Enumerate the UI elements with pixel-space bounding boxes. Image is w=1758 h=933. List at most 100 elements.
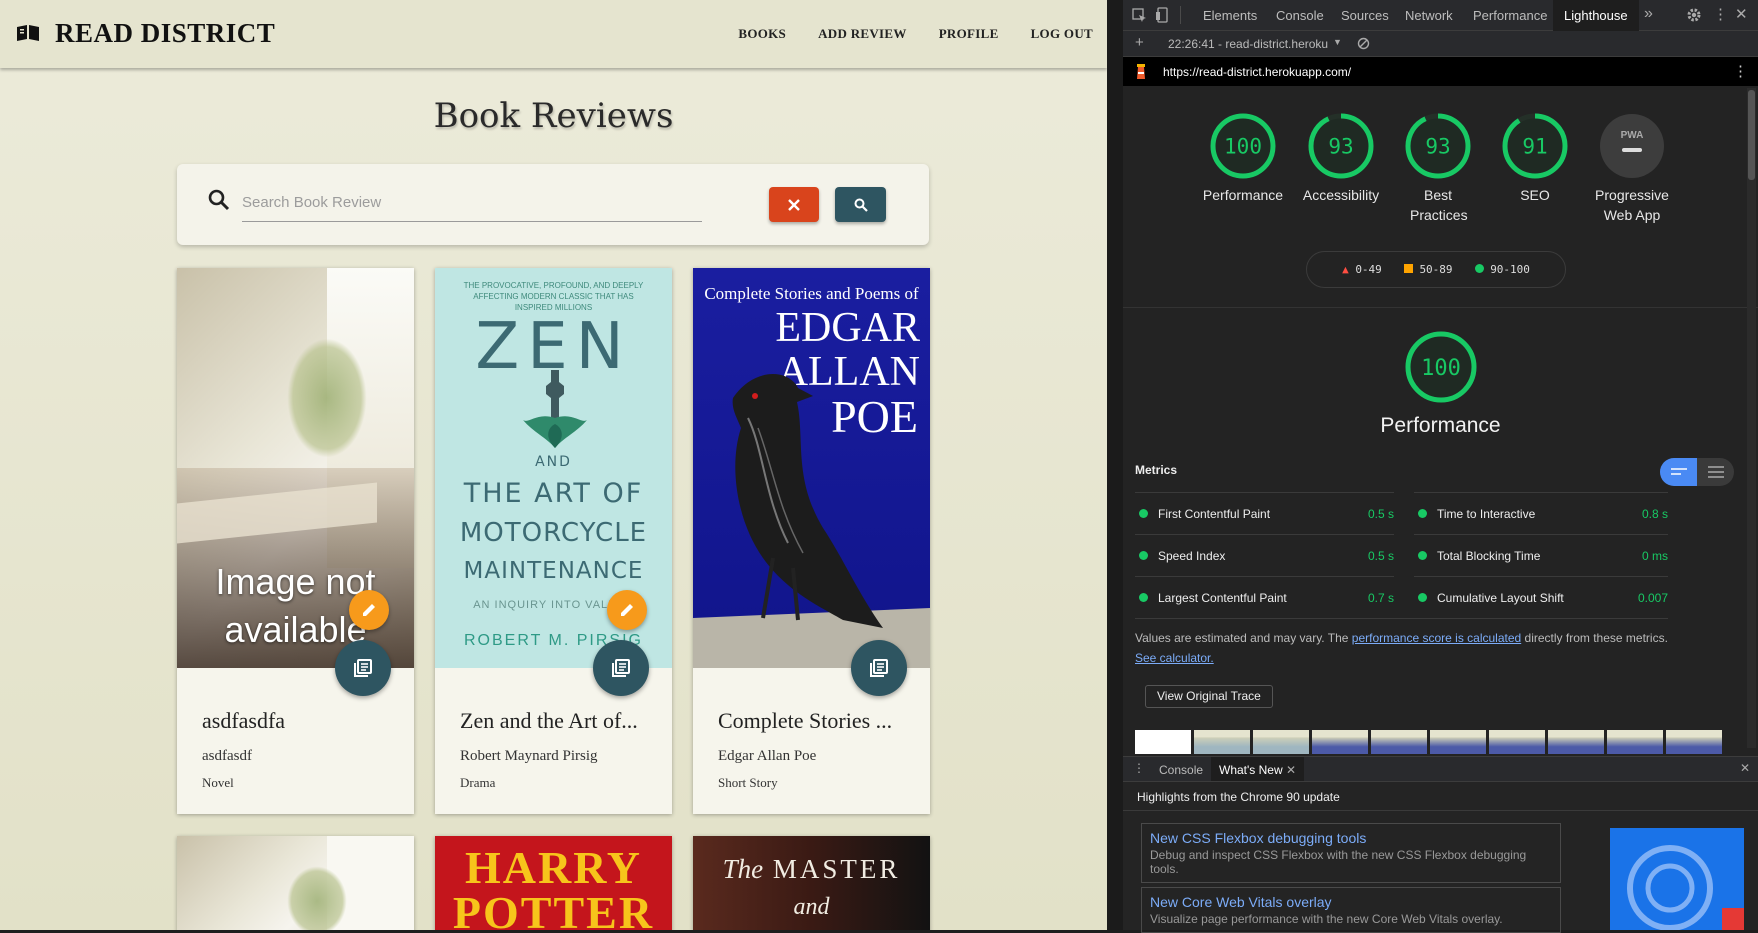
book-author: Edgar Allan Poe — [718, 748, 817, 764]
tab-lighthouse[interactable]: Lighthouse — [1553, 0, 1639, 31]
nav-profile[interactable]: PROFILE — [939, 26, 999, 42]
main-performance-gauge: 100 — [1373, 330, 1509, 409]
kebab-menu-icon[interactable]: ⋮ — [1733, 62, 1748, 80]
report-url-bar: https://read-district.herokuapp.com/ ⋮ — [1123, 57, 1758, 86]
book-cover-image[interactable]: The MASTER and — [693, 836, 930, 930]
tab-performance[interactable]: Performance — [1473, 8, 1547, 23]
report-selector[interactable]: 22:26:41 - read-district.heroku — [1168, 37, 1328, 51]
book-cover-placeholder[interactable] — [177, 836, 414, 930]
metrics-view-toggle[interactable] — [1660, 458, 1734, 486]
cover-word-and: AND — [535, 454, 572, 470]
edit-review-button[interactable] — [607, 590, 647, 630]
pwa-badge-text: PWA — [1621, 130, 1644, 141]
metric-row: Speed Index 0.5 s — [1135, 534, 1394, 576]
news-title[interactable]: New CSS Flexbox debugging tools — [1150, 830, 1552, 846]
search-button[interactable] — [835, 187, 886, 222]
brand-name[interactable]: READ DISTRICT — [55, 18, 275, 49]
nav-logout[interactable]: LOG OUT — [1031, 26, 1093, 42]
whats-new-heading: Highlights from the Chrome 90 update — [1137, 790, 1340, 804]
gauge-ring: 93 — [1308, 113, 1374, 179]
close-icon[interactable]: ✕ — [1286, 763, 1296, 777]
gauge-pwa[interactable]: PWA Progressive Web App — [1564, 112, 1700, 225]
book-cover-image[interactable]: Complete Stories and Poems of EDGAR ALLA… — [693, 268, 930, 668]
gear-icon[interactable] — [1686, 7, 1702, 23]
gauge-score: 91 — [1522, 135, 1547, 159]
compact-view-icon[interactable] — [1660, 458, 1697, 486]
gauge-ring: 100 — [1405, 331, 1477, 403]
concentric-circles-graphic — [1627, 845, 1744, 930]
expanded-view-icon[interactable] — [1697, 458, 1734, 486]
book-card[interactable]: Complete Stories and Poems of EDGAR ALLA… — [693, 268, 930, 814]
plus-icon[interactable]: + — [1135, 34, 1144, 51]
drawer-tab-label: What's New — [1219, 763, 1283, 777]
book-title[interactable]: Complete Stories ... — [718, 708, 905, 734]
book-card[interactable]: Image not available asdfasdfa asdfasdf N… — [177, 268, 414, 814]
nav-books[interactable]: BOOKS — [738, 26, 786, 42]
news-item[interactable]: New CSS Flexbox debugging tools Debug an… — [1141, 823, 1561, 883]
gauge-label: Progressive Web App — [1595, 187, 1669, 223]
see-calculator-link[interactable]: See calculator. — [1135, 651, 1214, 665]
lighthouse-logo-icon — [1137, 64, 1145, 79]
news-item[interactable]: New Core Web Vitals overlay Visualize pa… — [1141, 887, 1561, 933]
cover-word-and: and — [793, 894, 830, 920]
metric-row: First Contentful Paint 0.5 s — [1135, 492, 1394, 534]
book-author: asdfasdf — [202, 748, 252, 764]
clear-search-button[interactable] — [769, 187, 819, 222]
drawer-tab-console[interactable]: Console — [1159, 763, 1203, 777]
view-original-trace-button[interactable]: View Original Trace — [1145, 685, 1273, 708]
inspect-element-icon[interactable] — [1132, 8, 1147, 23]
legend-fail: ▲ 0-49 — [1342, 263, 1382, 276]
chevron-down-icon[interactable]: ▼ — [1333, 37, 1342, 47]
cover-line-motorcycle: MOTORCYCLE — [459, 518, 648, 548]
drawer-tab-whats-new[interactable]: What's New ✕ — [1211, 757, 1305, 781]
tab-sources[interactable]: Sources — [1341, 8, 1389, 23]
edit-review-button[interactable] — [349, 590, 389, 630]
gauge-ring: 91 — [1502, 113, 1568, 179]
book-genre: Short Story — [718, 775, 778, 790]
book-card[interactable]: THE PROVOCATIVE, PROFOUND, AND DEEPLY AF… — [435, 268, 672, 814]
cover-word-master: MASTER — [772, 854, 901, 884]
close-icon[interactable]: ✕ — [1735, 5, 1748, 23]
drawer-menu-icon[interactable]: ⋮ — [1133, 761, 1145, 775]
device-toolbar-icon[interactable] — [1155, 7, 1170, 23]
report-scrollbar[interactable] — [1747, 88, 1756, 748]
nav-add-review[interactable]: ADD REVIEW — [818, 26, 907, 42]
pass-dot-icon — [1139, 593, 1148, 602]
cover-name-edgar: EDGAR — [775, 305, 920, 351]
triangle-icon: ▲ — [1342, 263, 1349, 276]
news-title[interactable]: New Core Web Vitals overlay — [1150, 894, 1552, 910]
metric-value: 0.7 s — [1367, 590, 1394, 605]
pwa-badge-icon: PWA — [1600, 114, 1664, 178]
clear-report-icon[interactable] — [1357, 37, 1370, 50]
book-genre: Novel — [202, 775, 234, 790]
book-cover-image[interactable]: HARRY POTTER — [435, 836, 672, 930]
report-url[interactable]: https://read-district.herokuapp.com/ — [1163, 65, 1351, 79]
score-calculated-link[interactable]: performance score is calculated — [1352, 631, 1521, 645]
search-input[interactable] — [242, 184, 702, 222]
more-tabs-icon[interactable]: » — [1644, 5, 1653, 23]
kebab-menu-icon[interactable]: ⋮ — [1713, 5, 1728, 23]
pass-dot-icon — [1418, 551, 1427, 560]
tab-console[interactable]: Console — [1276, 8, 1324, 23]
book-card[interactable]: HARRY POTTER — [435, 836, 672, 930]
card-info: asdfasdfa asdfasdf Novel — [177, 668, 414, 791]
pass-dot-icon — [1418, 593, 1427, 602]
news-desc: Debug and inspect CSS Flexbox with the n… — [1150, 848, 1527, 876]
book-card[interactable]: The MASTER and — [693, 836, 930, 930]
book-title[interactable]: asdfasdfa — [202, 708, 389, 734]
tab-elements[interactable]: Elements — [1203, 8, 1257, 23]
metric-row: Time to Interactive 0.8 s — [1414, 492, 1668, 534]
chrome-update-thumbnail[interactable] — [1610, 828, 1744, 930]
score-legend: ▲ 0-49 50-89 90-100 — [1306, 251, 1566, 288]
book-card[interactable] — [177, 836, 414, 930]
metric-value: 0.5 s — [1367, 548, 1394, 563]
metrics-heading: Metrics — [1135, 463, 1178, 477]
filmstrip — [1135, 730, 1732, 754]
metric-value: 0.8 s — [1641, 506, 1668, 521]
tab-network[interactable]: Network — [1405, 8, 1453, 23]
split-divider[interactable] — [1107, 0, 1123, 930]
metric-row: Total Blocking Time 0 ms — [1414, 534, 1668, 576]
note-text: directly from these metrics. — [1521, 631, 1668, 645]
book-title[interactable]: Zen and the Art of... — [460, 708, 647, 734]
close-drawer-icon[interactable]: ✕ — [1740, 761, 1750, 775]
